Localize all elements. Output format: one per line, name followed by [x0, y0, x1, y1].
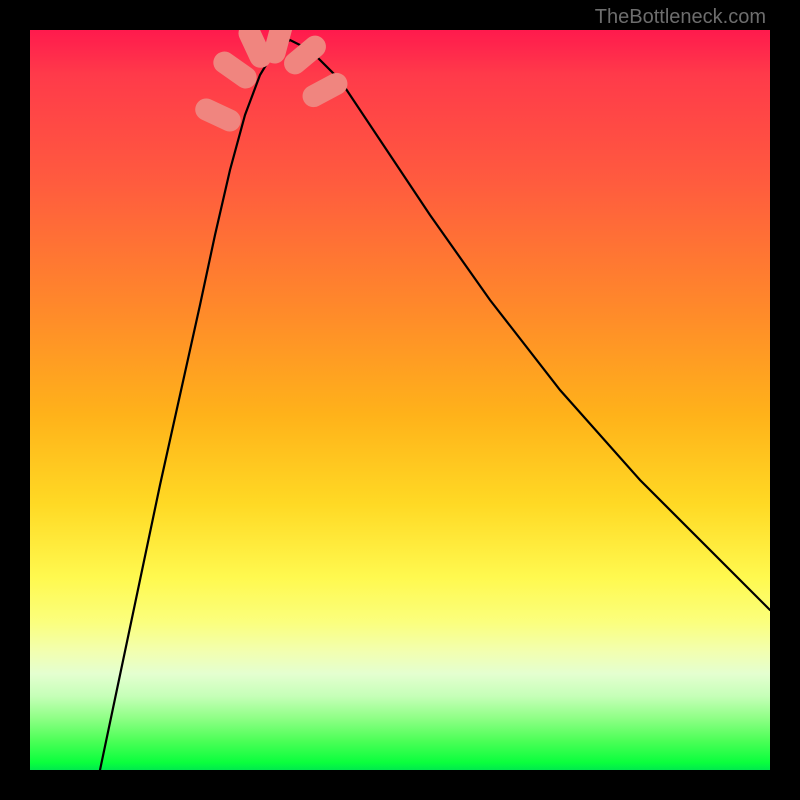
plot-area: [30, 30, 770, 770]
attribution-text: TheBottleneck.com: [595, 6, 766, 29]
curve-svg: [30, 30, 770, 770]
bottleneck-curve: [100, 40, 770, 770]
chart-frame: TheBottleneck.com: [0, 0, 800, 800]
curve-marker: [299, 69, 352, 111]
curve-markers: [192, 30, 352, 135]
curve-marker: [192, 95, 245, 135]
